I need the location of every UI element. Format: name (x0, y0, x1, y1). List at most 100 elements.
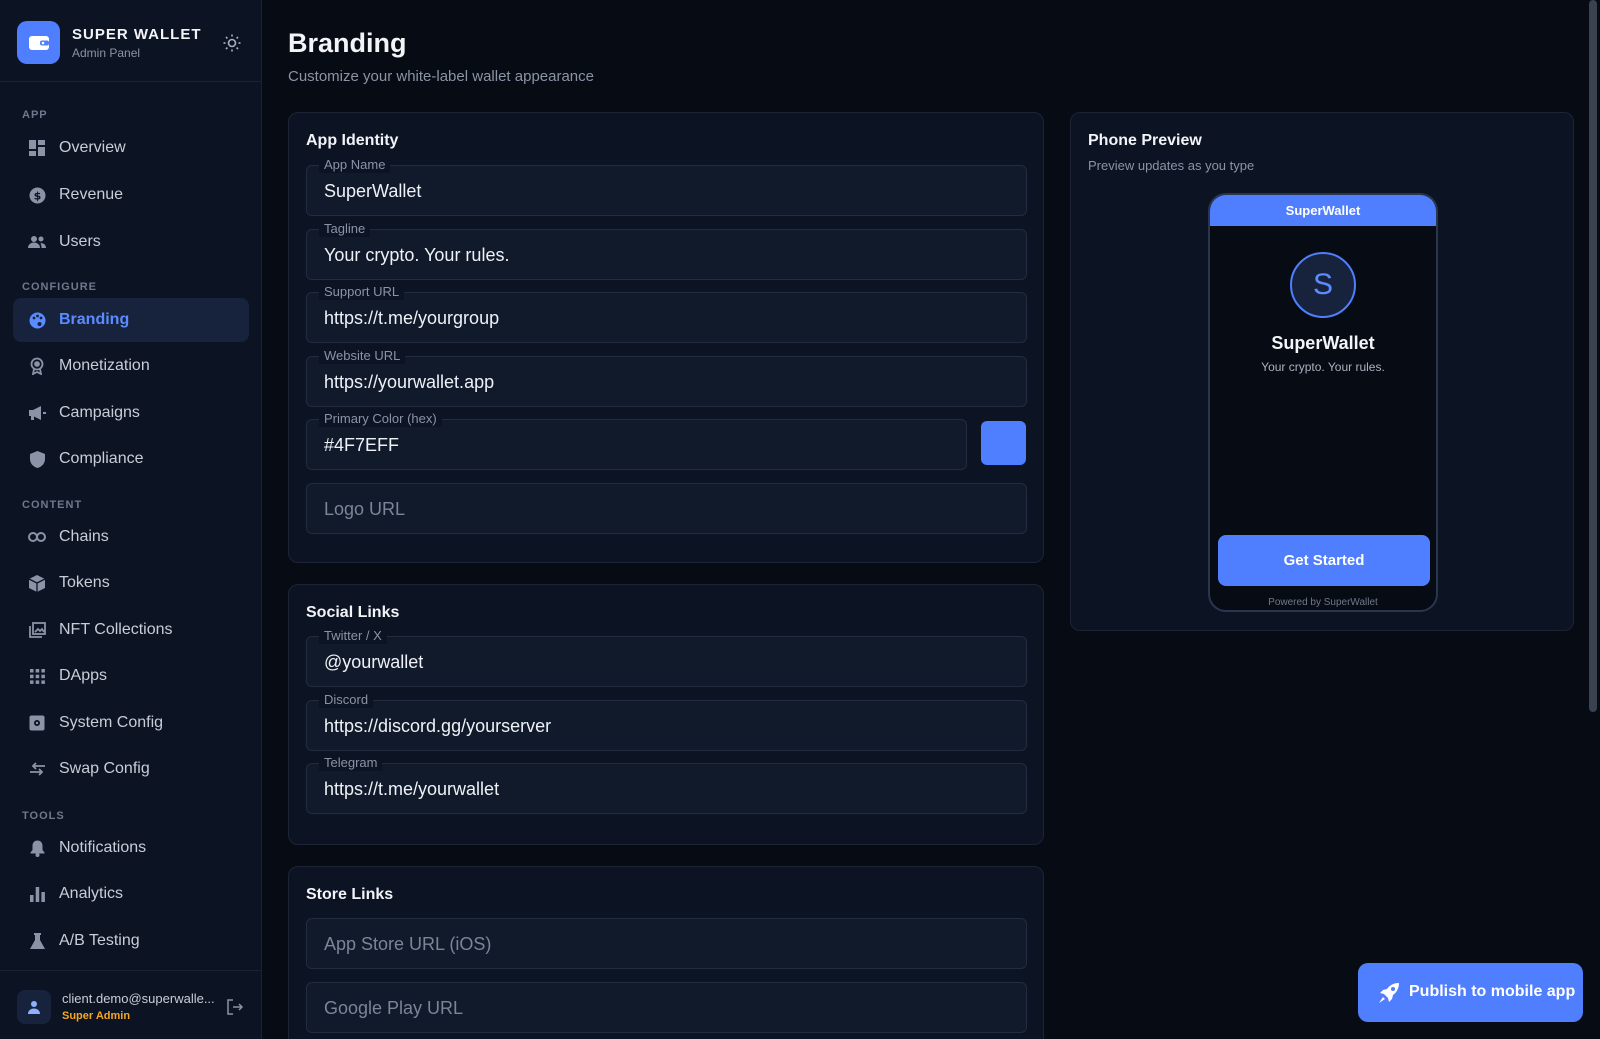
user-email: client.demo@superwalle... (62, 991, 215, 1006)
store-links-card: Store Links App Store URL (iOS) Google P… (288, 866, 1044, 1039)
field-label: Telegram (319, 755, 383, 771)
phone-powered-by: Powered by SuperWallet (1268, 597, 1378, 608)
field-label: Discord (319, 692, 374, 708)
section-label-content: CONTENT (22, 499, 83, 511)
google-play-url-field[interactable]: Google Play URL (306, 982, 1027, 1033)
logout-icon[interactable] (226, 998, 244, 1016)
app-identity-card: App Identity App Name SuperWallet Taglin… (288, 112, 1044, 563)
field-value: https://t.me/yourgroup (324, 308, 500, 328)
sidebar-item-label: A/B Testing (59, 932, 140, 949)
section-label-configure: CONFIGURE (22, 281, 97, 293)
sidebar-item-label: NFT Collections (59, 621, 173, 638)
card-title: Phone Preview (1088, 132, 1202, 149)
sidebar-item-label: Compliance (59, 450, 144, 467)
phone-logo-avatar: S (1290, 252, 1356, 318)
award-icon (28, 357, 46, 375)
sidebar-item-chains[interactable]: Chains (13, 515, 249, 559)
section-label-app: APP (22, 109, 48, 121)
logo-url-field[interactable]: Logo URL (306, 483, 1027, 534)
color-swatch[interactable] (981, 421, 1026, 465)
discord-field[interactable]: Discord https://discord.gg/yourserver (306, 692, 1027, 751)
field-label: App Name (319, 157, 391, 173)
sidebar-item-label: Swap Config (59, 760, 150, 777)
publish-to-mobile-button[interactable]: Publish to mobile app (1358, 963, 1583, 1022)
sidebar-item-swap-config[interactable]: Swap Config (13, 747, 249, 791)
user-profile: client.demo@superwalle... Super Admin (0, 970, 262, 1039)
phone-tagline: Your crypto. Your rules. (1261, 360, 1385, 374)
card-title: Social Links (306, 604, 400, 621)
flask-icon (28, 932, 46, 950)
field-label: Tagline (319, 221, 371, 237)
phone-app-name: SuperWallet (1271, 333, 1375, 353)
sidebar-item-tokens[interactable]: Tokens (13, 561, 249, 605)
sidebar-item-analytics[interactable]: Analytics (13, 872, 249, 916)
publish-label: Publish to mobile app (1409, 983, 1576, 1000)
megaphone-icon (28, 404, 46, 422)
field-placeholder: Google Play URL (324, 998, 464, 1018)
sidebar-item-campaigns[interactable]: Campaigns (13, 391, 249, 435)
sidebar-item-overview[interactable]: Overview (13, 126, 249, 170)
field-label: Primary Color (hex) (319, 411, 442, 427)
link-icon (28, 528, 46, 546)
get-started-button[interactable]: Get Started (1218, 535, 1430, 586)
scrollbar[interactable] (1589, 0, 1597, 712)
field-placeholder: App Store URL (iOS) (324, 934, 492, 954)
field-value: https://discord.gg/yourserver (324, 716, 552, 736)
sidebar-item-label: Overview (59, 139, 126, 156)
website-url-field[interactable]: Website URL https://yourwallet.app (306, 348, 1027, 407)
sidebar-item-users[interactable]: Users (13, 220, 249, 264)
card-title: Store Links (306, 886, 394, 903)
palette-icon (28, 311, 46, 329)
sidebar-item-branding[interactable]: Branding (13, 298, 249, 342)
support-url-field[interactable]: Support URL https://t.me/yourgroup (306, 284, 1027, 343)
users-icon (28, 233, 46, 251)
sidebar-item-compliance[interactable]: Compliance (13, 437, 249, 481)
sidebar-item-label: Users (59, 233, 101, 250)
primary-color-field[interactable]: Primary Color (hex) #4F7EFF (306, 411, 967, 470)
social-links-card: Social Links Twitter / X @yourwallet Dis… (288, 584, 1044, 845)
bar-chart-icon (28, 885, 46, 903)
bell-icon (28, 839, 46, 857)
app-store-url-field[interactable]: App Store URL (iOS) (306, 918, 1027, 969)
field-label: Website URL (319, 348, 406, 364)
card-title: App Identity (306, 132, 399, 149)
rocket-icon (1378, 982, 1400, 1004)
twitter-field[interactable]: Twitter / X @yourwallet (306, 628, 1027, 687)
sidebar-item-notifications[interactable]: Notifications (13, 826, 249, 870)
sidebar-item-nft-collections[interactable]: NFT Collections (13, 608, 249, 652)
sidebar-item-label: DApps (59, 667, 108, 684)
sidebar-item-label: Analytics (59, 885, 124, 902)
sun-icon[interactable] (222, 33, 242, 53)
sidebar-item-system-config[interactable]: System Config (13, 701, 249, 745)
tagline-field[interactable]: Tagline Your crypto. Your rules. (306, 221, 1027, 280)
field-value: https://yourwallet.app (324, 372, 495, 392)
settings-icon (28, 714, 46, 732)
telegram-field[interactable]: Telegram https://t.me/yourwallet (306, 755, 1027, 814)
sidebar-item-ab-testing[interactable]: A/B Testing (13, 919, 249, 963)
brand-subtitle: Admin Panel (72, 46, 141, 60)
dashboard-icon (28, 139, 46, 157)
sidebar-item-revenue[interactable]: $ Revenue (13, 173, 249, 217)
user-role-badge: Super Admin (62, 1010, 131, 1022)
swap-icon (28, 760, 46, 778)
sidebar-item-label: Branding (59, 311, 130, 328)
person-icon[interactable] (17, 990, 51, 1024)
sidebar-item-label: Monetization (59, 357, 150, 374)
sidebar-item-label: System Config (59, 714, 164, 731)
brand-header: SUPER WALLET Admin Panel (0, 0, 262, 82)
app-name-field[interactable]: App Name SuperWallet (306, 157, 1027, 216)
images-icon (28, 621, 46, 639)
field-label: Twitter / X (319, 628, 387, 644)
sidebar-item-monetization[interactable]: Monetization (13, 344, 249, 388)
page-subtitle: Customize your white-label wallet appear… (288, 68, 594, 85)
phone-mockup: SuperWallet S SuperWallet Your crypto. Y… (1208, 193, 1438, 612)
svg-text:$: $ (33, 189, 41, 202)
sidebar-item-dapps[interactable]: DApps (13, 654, 249, 698)
sidebar-item-label: Notifications (59, 839, 147, 856)
page-title: Branding (288, 28, 407, 58)
sidebar: SUPER WALLET Admin Panel APP Overview $ … (0, 0, 262, 1039)
sidebar-item-label: Campaigns (59, 404, 140, 421)
sidebar-item-label: Tokens (59, 574, 110, 591)
field-value: @yourwallet (324, 652, 424, 672)
card-subtitle: Preview updates as you type (1088, 158, 1255, 173)
